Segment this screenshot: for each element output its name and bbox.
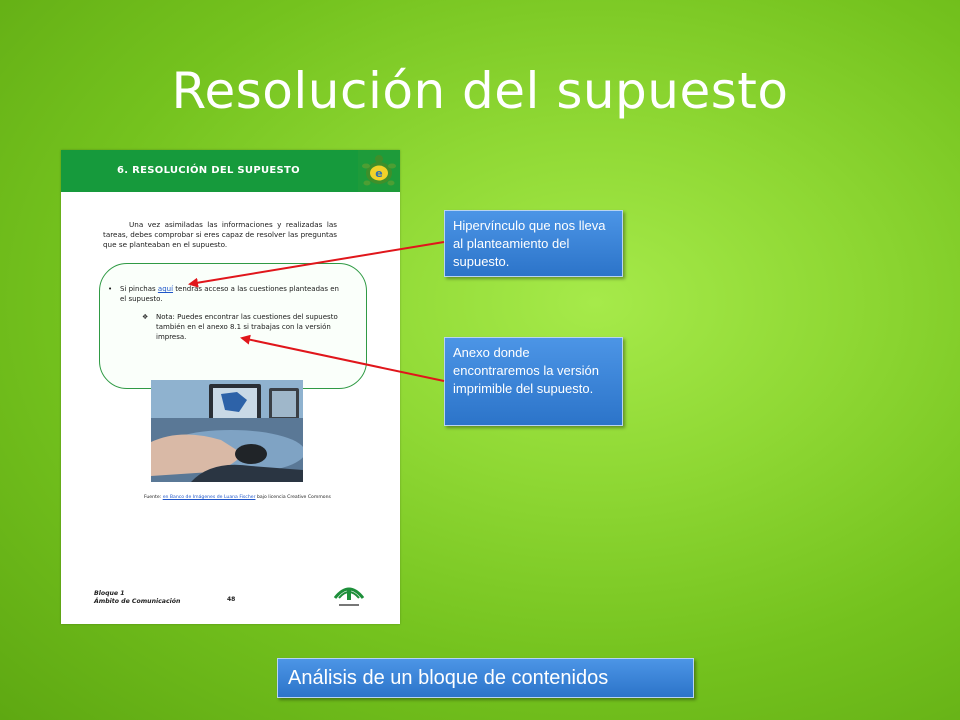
photo-caption: Fuente: en Banco de Imágenes de Luana Fi… [144, 495, 374, 500]
footer-block-line: Bloque 1 [94, 590, 125, 597]
turtle-logo-icon: e [358, 150, 400, 192]
bullet-prefix: Si pinchas [120, 285, 156, 293]
annex-callout: Anexo donde encontraremos la versión imp… [444, 337, 623, 426]
document-rounded-box: • Si pinchas aquí tendrás acceso a las c… [99, 263, 367, 389]
document-bullet-item: • Si pinchas aquí tendrás acceso a las c… [108, 284, 340, 304]
document-header-title: 6. RESOLUCIÓN DEL SUPUESTO [117, 165, 300, 176]
slide-title: Resolución del supuesto [171, 62, 789, 120]
caption-link[interactable]: en Banco de Imágenes de Luana Fischer [163, 495, 256, 500]
document-page-image: 6. RESOLUCIÓN DEL SUPUESTO e Una vez asi… [61, 150, 400, 624]
caption-suffix: bajo licencia Creative Commons [256, 495, 331, 500]
section-footer-label: Análisis de un bloque de contenidos [277, 658, 694, 698]
computer-mouse-photo [151, 380, 303, 482]
document-note-item: ❖ Nota: Puedes encontrar las cuestiones … [142, 312, 346, 342]
document-intro-text: Una vez asimiladas las informaciones y r… [103, 220, 337, 250]
document-header-bar: 6. RESOLUCIÓN DEL SUPUESTO [61, 150, 358, 192]
document-note-text: Nota: Puedes encontrar las cuestiones de… [156, 313, 338, 341]
junta-andalucia-logo-icon [331, 578, 367, 612]
hyperlink-callout: Hipervínculo que nos lleva al planteamie… [444, 210, 623, 277]
svg-text:e: e [375, 167, 382, 180]
document-intro-paragraph: Una vez asimiladas las informaciones y r… [103, 220, 337, 249]
diamond-bullet-icon: ❖ [142, 313, 149, 321]
aqui-hyperlink[interactable]: aquí [158, 285, 173, 293]
document-page-number: 48 [227, 596, 236, 603]
caption-prefix: Fuente: [144, 495, 162, 500]
footer-area-line: Ámbito de Comunicación [94, 598, 181, 605]
bullet-dot-icon: • [108, 285, 113, 293]
document-footer-text: Bloque 1 Ámbito de Comunicación [94, 590, 180, 606]
